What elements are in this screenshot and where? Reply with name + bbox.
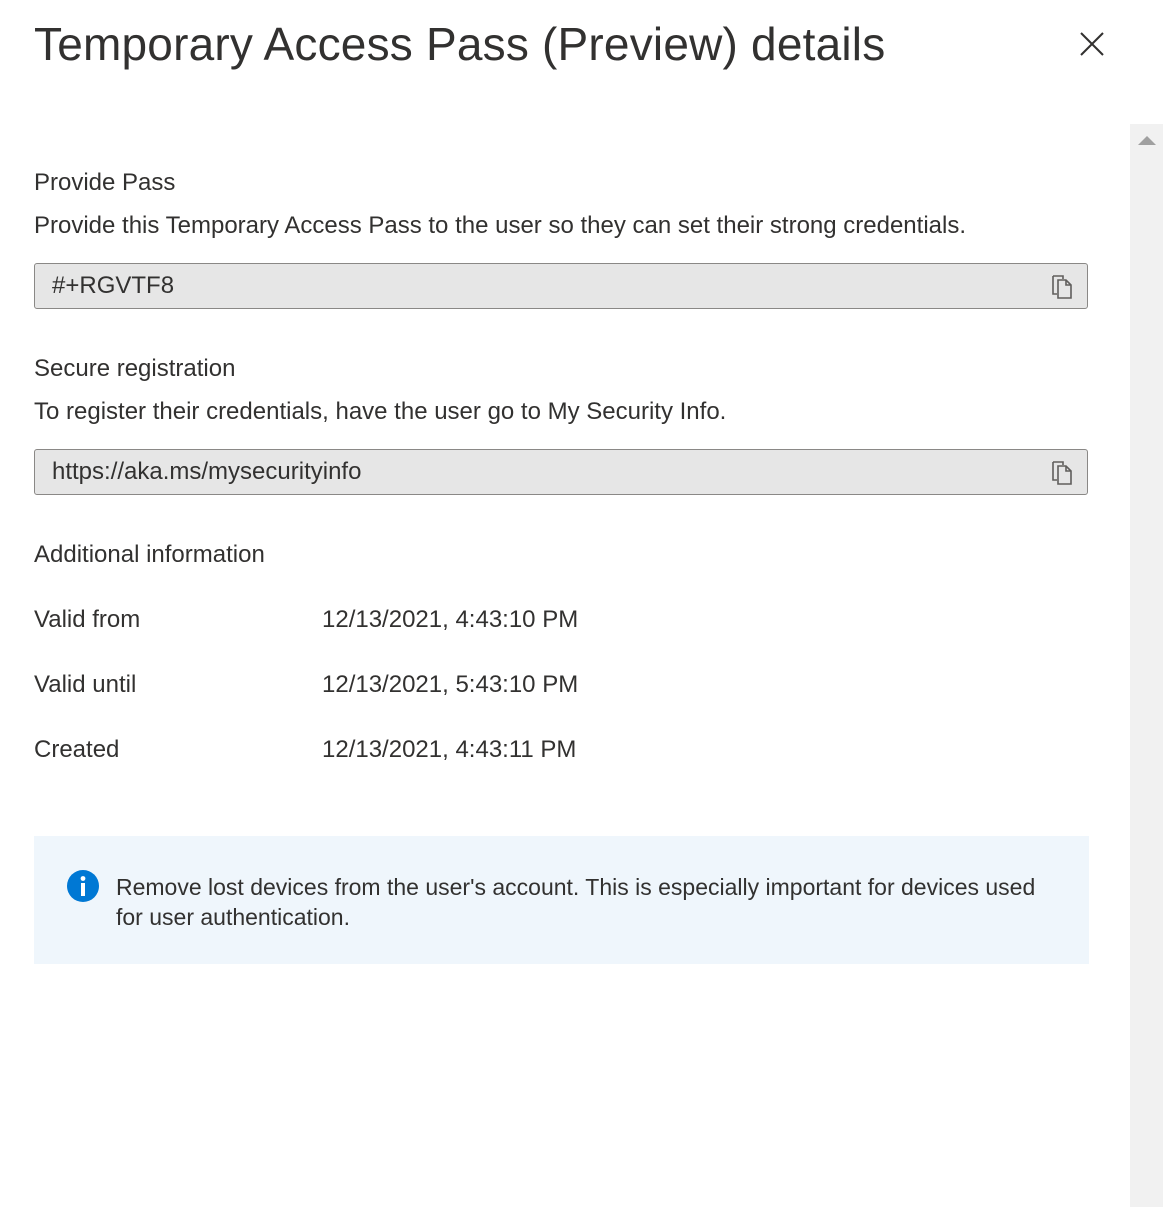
- copy-url-button[interactable]: [1049, 460, 1075, 486]
- info-message-text: Remove lost devices from the user's acco…: [116, 874, 1036, 930]
- copy-icon: [1052, 461, 1072, 485]
- pass-field[interactable]: #+RGVTF8: [34, 263, 1088, 309]
- scroll-up-arrow-icon[interactable]: [1138, 136, 1156, 145]
- panel-title: Temporary Access Pass (Preview) details: [34, 18, 886, 70]
- secure-registration-title: Secure registration: [34, 355, 236, 382]
- details-panel: Temporary Access Pass (Preview) details …: [0, 0, 1163, 1207]
- close-button[interactable]: [1072, 24, 1112, 64]
- provide-pass-title: Provide Pass: [34, 169, 176, 196]
- copy-icon: [1052, 275, 1072, 299]
- valid-until-value: 12/13/2021, 5:43:10 PM: [322, 671, 579, 698]
- secure-registration-description: To register their credentials, have the …: [34, 398, 727, 425]
- info-icon: [67, 870, 99, 902]
- pass-value: #+RGVTF8: [52, 272, 175, 299]
- created-value: 12/13/2021, 4:43:11 PM: [322, 736, 577, 763]
- created-label: Created: [34, 736, 120, 763]
- url-field[interactable]: https://aka.ms/mysecurityinfo: [34, 449, 1088, 495]
- url-value: https://aka.ms/mysecurityinfo: [52, 458, 362, 485]
- info-message-bar: Remove lost devices from the user's acco…: [34, 836, 1089, 964]
- vertical-scrollbar[interactable]: [1130, 124, 1163, 1207]
- valid-from-label: Valid from: [34, 606, 141, 633]
- copy-pass-button[interactable]: [1049, 274, 1075, 300]
- valid-until-label: Valid until: [34, 671, 137, 698]
- additional-info-title: Additional information: [34, 541, 265, 568]
- valid-from-value: 12/13/2021, 4:43:10 PM: [322, 606, 579, 633]
- provide-pass-description: Provide this Temporary Access Pass to th…: [34, 212, 967, 239]
- close-icon: [1080, 32, 1104, 56]
